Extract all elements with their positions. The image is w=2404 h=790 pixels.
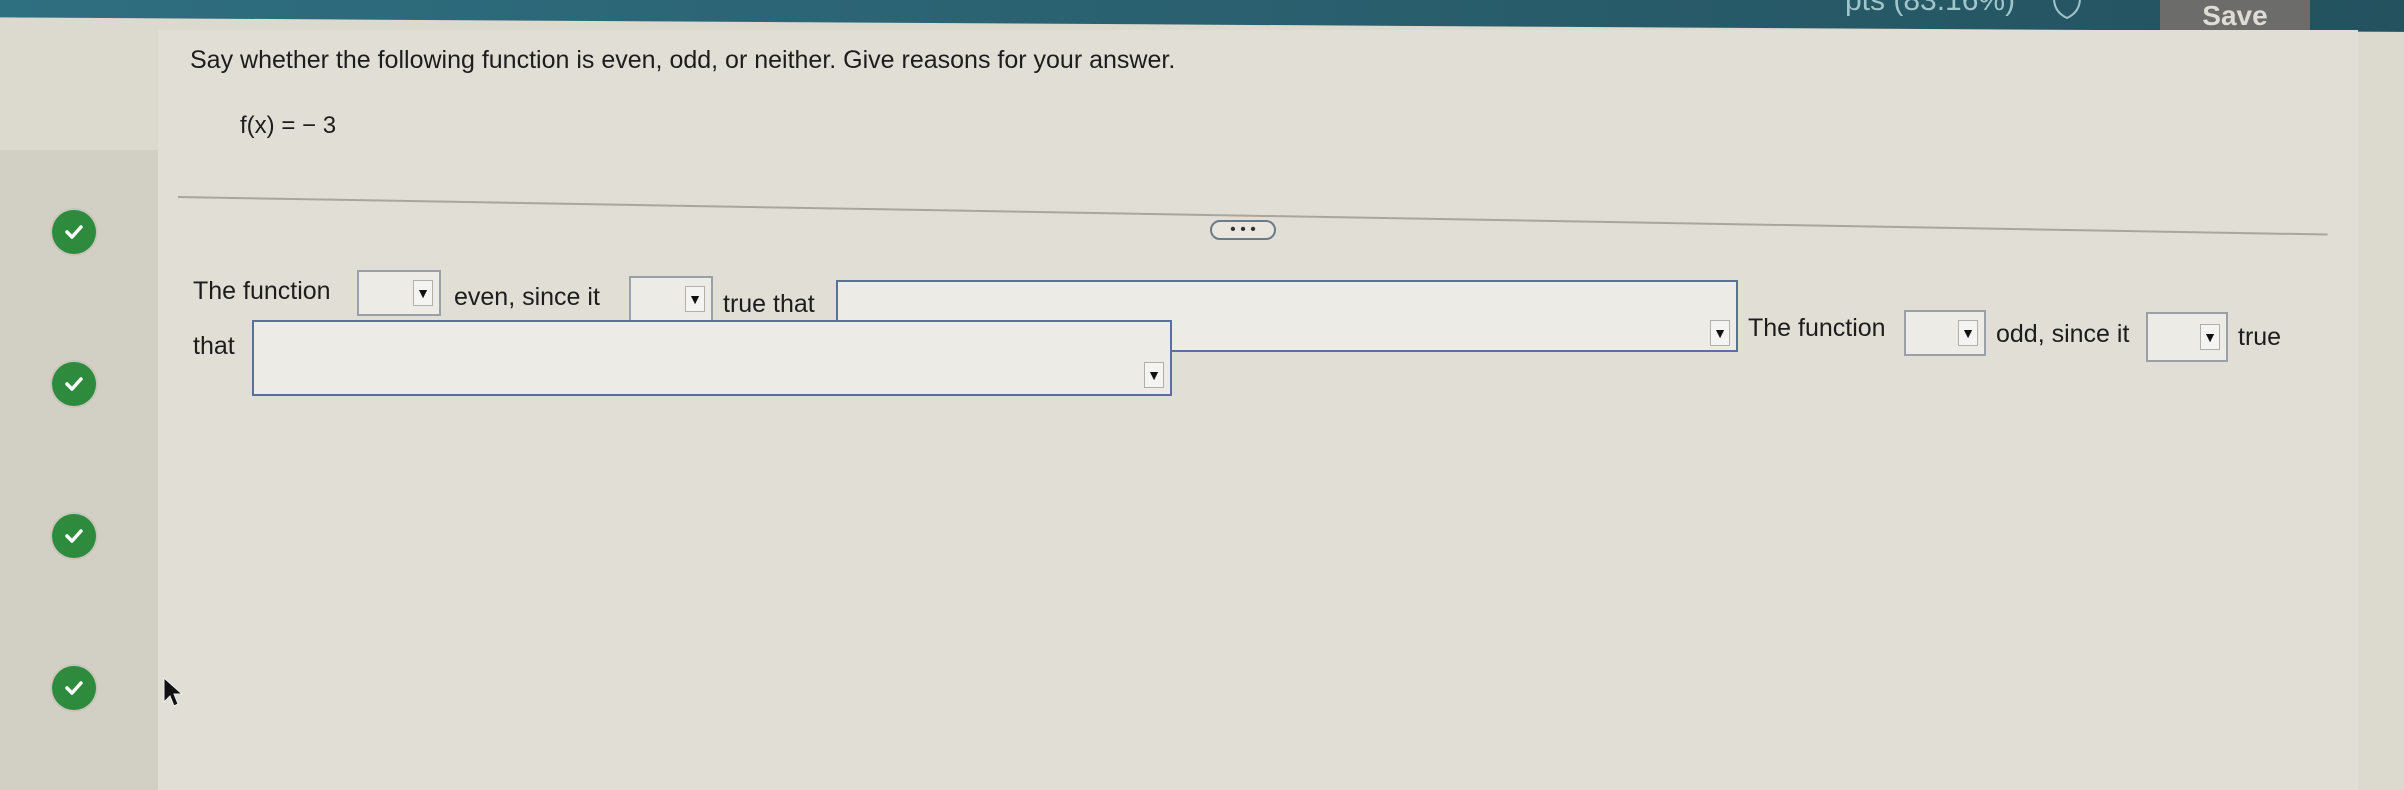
answer-text: even, since it bbox=[454, 283, 600, 311]
odd-reason-dropdown[interactable]: ▼ bbox=[252, 320, 1172, 396]
answer-text: true that bbox=[723, 290, 815, 318]
expand-button[interactable]: • • • bbox=[1210, 220, 1276, 240]
shield-icon[interactable] bbox=[2050, 0, 2084, 20]
chevron-down-icon: ▼ bbox=[1710, 320, 1730, 346]
chevron-down-icon: ▼ bbox=[413, 280, 433, 306]
answer-text: that bbox=[193, 332, 235, 360]
check-icon[interactable] bbox=[52, 514, 96, 558]
since-odd-dropdown[interactable]: ▼ bbox=[2146, 312, 2228, 362]
answer-text: odd, since it bbox=[1996, 320, 2130, 348]
score-text: pts (83.16%) bbox=[1845, 0, 2016, 17]
answer-text: The function bbox=[1748, 314, 1886, 342]
question-panel bbox=[158, 30, 2358, 790]
answer-text: true bbox=[2238, 323, 2282, 351]
odd-dropdown[interactable]: ▼ bbox=[1904, 310, 1986, 356]
check-icon[interactable] bbox=[52, 666, 96, 710]
since-even-dropdown[interactable]: ▼ bbox=[629, 276, 713, 322]
mouse-cursor-icon bbox=[163, 676, 184, 707]
chevron-down-icon: ▼ bbox=[1144, 362, 1164, 388]
chevron-down-icon: ▼ bbox=[685, 286, 705, 312]
even-dropdown[interactable]: ▼ bbox=[357, 270, 441, 316]
answer-text: The function bbox=[193, 277, 331, 305]
question-prompt: Say whether the following function is ev… bbox=[190, 46, 1176, 74]
question-sidebar bbox=[0, 150, 158, 790]
chevron-down-icon: ▼ bbox=[1958, 320, 1978, 346]
function-expression: f(x) = − 3 bbox=[240, 112, 337, 139]
check-icon[interactable] bbox=[52, 210, 96, 254]
check-icon[interactable] bbox=[52, 362, 96, 406]
chevron-down-icon: ▼ bbox=[2200, 324, 2220, 350]
